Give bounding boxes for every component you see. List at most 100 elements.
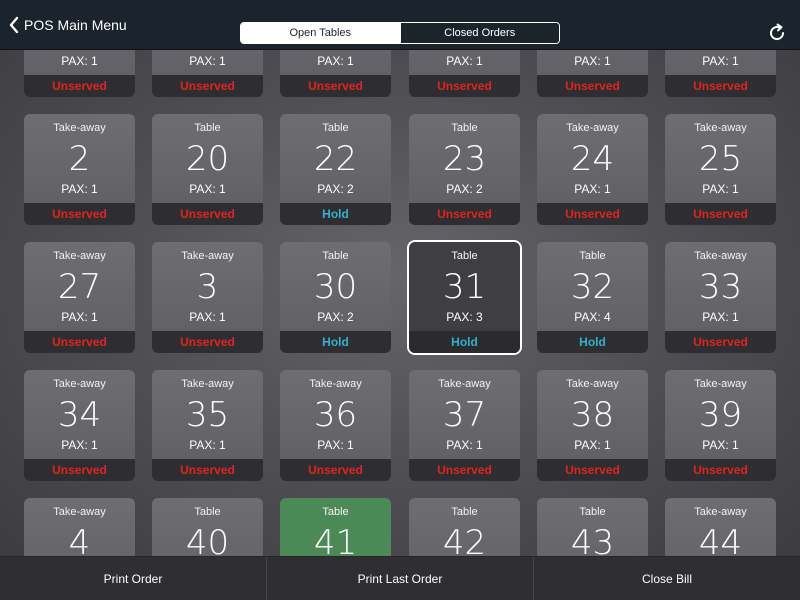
pax-count: PAX: 1	[702, 182, 739, 196]
refresh-icon	[770, 23, 785, 41]
pax-count: PAX: 1	[61, 54, 98, 68]
order-status: Hold	[280, 203, 391, 225]
table-number: 34	[57, 395, 102, 435]
table-tile[interactable]: PAX: 1 Unserved	[409, 50, 520, 97]
table-type-label: Take-away	[53, 378, 106, 390]
table-tile[interactable]: Table 32 PAX: 4 Hold	[537, 242, 648, 353]
table-tile[interactable]: Take-away 2 PAX: 1 Unserved	[24, 114, 135, 225]
table-tile[interactable]: PAX: 1 Unserved	[665, 50, 776, 97]
pax-count: PAX: 1	[189, 310, 226, 324]
table-type-label: Take-away	[566, 122, 619, 134]
table-tile[interactable]: Take-away 38 PAX: 1 Unserved	[537, 370, 648, 481]
table-tile[interactable]: PAX: 1 Unserved	[537, 50, 648, 97]
table-tile[interactable]: Table 22 PAX: 2 Hold	[280, 114, 391, 225]
refresh-button[interactable]	[766, 22, 788, 44]
table-type-label: Take-away	[181, 378, 234, 390]
pax-count: PAX: 1	[574, 182, 611, 196]
table-number: 23	[442, 139, 487, 179]
table-number: 4	[68, 523, 91, 556]
pax-count: PAX: 3	[446, 310, 483, 324]
pax-count: PAX: 1	[702, 438, 739, 452]
pax-count: PAX: 2	[317, 310, 354, 324]
table-tile[interactable]: Take-away 44	[665, 498, 776, 556]
back-button[interactable]: POS Main Menu	[8, 14, 127, 36]
tab-closed-orders[interactable]: Closed Orders	[399, 23, 559, 43]
table-number: 37	[442, 395, 487, 435]
table-number: 25	[698, 139, 743, 179]
table-type-label: Take-away	[694, 506, 747, 518]
table-number: 43	[570, 523, 615, 556]
order-status: Unserved	[152, 203, 263, 225]
table-tile[interactable]: Table 30 PAX: 2 Hold	[280, 242, 391, 353]
order-status: Unserved	[537, 75, 648, 97]
pax-count: PAX: 1	[61, 438, 98, 452]
table-type-label: Take-away	[566, 378, 619, 390]
order-status: Unserved	[537, 459, 648, 481]
order-status: Unserved	[665, 331, 776, 353]
table-number: 27	[57, 267, 102, 307]
table-tile[interactable]: Take-away 35 PAX: 1 Unserved	[152, 370, 263, 481]
table-number: 33	[698, 267, 743, 307]
pax-count: PAX: 1	[702, 310, 739, 324]
table-tile[interactable]: Take-away 36 PAX: 1 Unserved	[280, 370, 391, 481]
tab-open-tables[interactable]: Open Tables	[241, 23, 400, 43]
order-status: Unserved	[409, 459, 520, 481]
order-status: Unserved	[665, 459, 776, 481]
table-number: 31	[442, 267, 487, 307]
table-type-label: Take-away	[438, 378, 491, 390]
print-order-button[interactable]: Print Order	[0, 557, 266, 600]
table-tile[interactable]: Table 31 PAX: 3 Hold	[409, 242, 520, 353]
order-status: Unserved	[24, 459, 135, 481]
order-status: Unserved	[280, 459, 391, 481]
order-status: Unserved	[152, 75, 263, 97]
table-number: 30	[313, 267, 358, 307]
print-last-order-button[interactable]: Print Last Order	[266, 557, 533, 600]
table-tile[interactable]: Take-away 39 PAX: 1 Unserved	[665, 370, 776, 481]
tables-grid-area[interactable]: PAX: 1 Unserved PAX: 1 Unserved PAX: 1 Unserv…	[0, 50, 800, 556]
order-status: Unserved	[24, 75, 135, 97]
table-tile[interactable]: Table 23 PAX: 2 Unserved	[409, 114, 520, 225]
order-status: Unserved	[665, 75, 776, 97]
table-tile[interactable]: Take-away 25 PAX: 1 Unserved	[665, 114, 776, 225]
table-type-label: Take-away	[309, 378, 362, 390]
order-status: Unserved	[24, 203, 135, 225]
pax-count: PAX: 1	[61, 182, 98, 196]
table-tile[interactable]: Take-away 27 PAX: 1 Unserved	[24, 242, 135, 353]
table-tile[interactable]: Take-away 33 PAX: 1 Unserved	[665, 242, 776, 353]
table-number: 35	[185, 395, 230, 435]
table-tile[interactable]: Take-away 3 PAX: 1 Unserved	[152, 242, 263, 353]
back-button-label: POS Main Menu	[24, 17, 127, 33]
table-tile[interactable]: Table 43	[537, 498, 648, 556]
pax-count: PAX: 1	[446, 438, 483, 452]
table-number: 42	[442, 523, 487, 556]
table-tile[interactable]: PAX: 1 Unserved	[152, 50, 263, 97]
order-status: Unserved	[152, 331, 263, 353]
table-type-label: Table	[579, 506, 606, 518]
table-type-label: Table	[322, 506, 349, 518]
table-type-label: Table	[322, 250, 349, 262]
table-tile[interactable]: Table 20 PAX: 1 Unserved	[152, 114, 263, 225]
table-tile[interactable]: Take-away 4	[24, 498, 135, 556]
table-number: 20	[185, 139, 230, 179]
table-type-label: Table	[579, 250, 606, 262]
table-tile[interactable]: Table 42	[409, 498, 520, 556]
table-type-label: Take-away	[53, 250, 106, 262]
table-tile[interactable]: PAX: 1 Unserved	[280, 50, 391, 97]
table-tile[interactable]: Table 41	[280, 498, 391, 556]
table-tile[interactable]: PAX: 1 Unserved	[24, 50, 135, 97]
table-tile[interactable]: Take-away 37 PAX: 1 Unserved	[409, 370, 520, 481]
pax-count: PAX: 1	[189, 54, 226, 68]
table-number: 40	[185, 523, 230, 556]
table-type-label: Table	[451, 122, 478, 134]
table-number: 24	[570, 139, 615, 179]
table-tile[interactable]: Take-away 24 PAX: 1 Unserved	[537, 114, 648, 225]
bottom-action-bar: Print Order Print Last Order Close Bill	[0, 556, 800, 600]
table-tile[interactable]: Table 40	[152, 498, 263, 556]
pax-count: PAX: 1	[317, 54, 354, 68]
pax-count: PAX: 2	[317, 182, 354, 196]
pax-count: PAX: 1	[574, 54, 611, 68]
order-status: Unserved	[152, 459, 263, 481]
table-type-label: Table	[194, 506, 221, 518]
table-tile[interactable]: Take-away 34 PAX: 1 Unserved	[24, 370, 135, 481]
close-bill-button[interactable]: Close Bill	[533, 557, 800, 600]
